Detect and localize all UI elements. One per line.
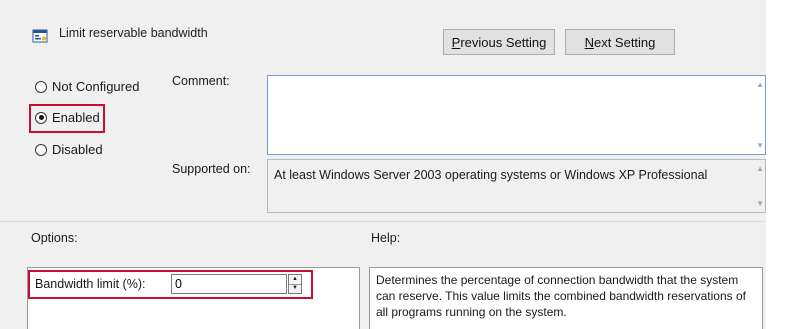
radio-disabled[interactable]: Disabled — [35, 142, 103, 157]
scroll-up-icon[interactable]: ▲ — [756, 80, 764, 89]
help-text: Determines the percentage of connection … — [376, 273, 746, 319]
radio-label-disabled: Disabled — [52, 142, 103, 157]
previous-label-rest: revious Setting — [460, 34, 547, 50]
supported-on-text: At least Windows Server 2003 operating s… — [274, 168, 708, 182]
help-label: Help: — [371, 231, 401, 245]
next-label-rest: ext Setting — [593, 34, 656, 50]
radio-circle-disabled[interactable] — [35, 143, 47, 156]
highlight-bandwidth-annotation — [28, 270, 313, 299]
radio-label-not-configured: Not Configured — [52, 79, 140, 94]
next-setting-button[interactable]: Next Setting — [565, 29, 675, 55]
policy-setting-dialog: Limit reservable bandwidth Previous Sett… — [0, 0, 766, 329]
highlight-enabled-annotation — [29, 104, 105, 133]
supported-on-label: Supported on: — [172, 162, 251, 176]
radio-circle-not-configured[interactable] — [35, 80, 47, 93]
supported-on-box: At least Windows Server 2003 operating s… — [267, 159, 766, 213]
options-label: Options: — [31, 231, 78, 245]
setting-title: Limit reservable bandwidth — [59, 26, 208, 40]
scroll-up-icon[interactable]: ▲ — [756, 164, 764, 173]
scroll-down-icon[interactable]: ▼ — [756, 141, 764, 150]
policy-setting-icon — [32, 29, 48, 43]
help-pane: Determines the percentage of connection … — [369, 267, 763, 329]
comment-textarea[interactable]: ▲ ▼ — [267, 75, 766, 155]
scroll-down-icon[interactable]: ▼ — [756, 199, 764, 208]
previous-setting-button[interactable]: Previous Setting — [443, 29, 555, 55]
comment-label: Comment: — [172, 74, 230, 88]
radio-not-configured[interactable]: Not Configured — [35, 79, 139, 94]
next-mnemonic: N — [584, 34, 594, 50]
section-divider — [0, 221, 766, 222]
